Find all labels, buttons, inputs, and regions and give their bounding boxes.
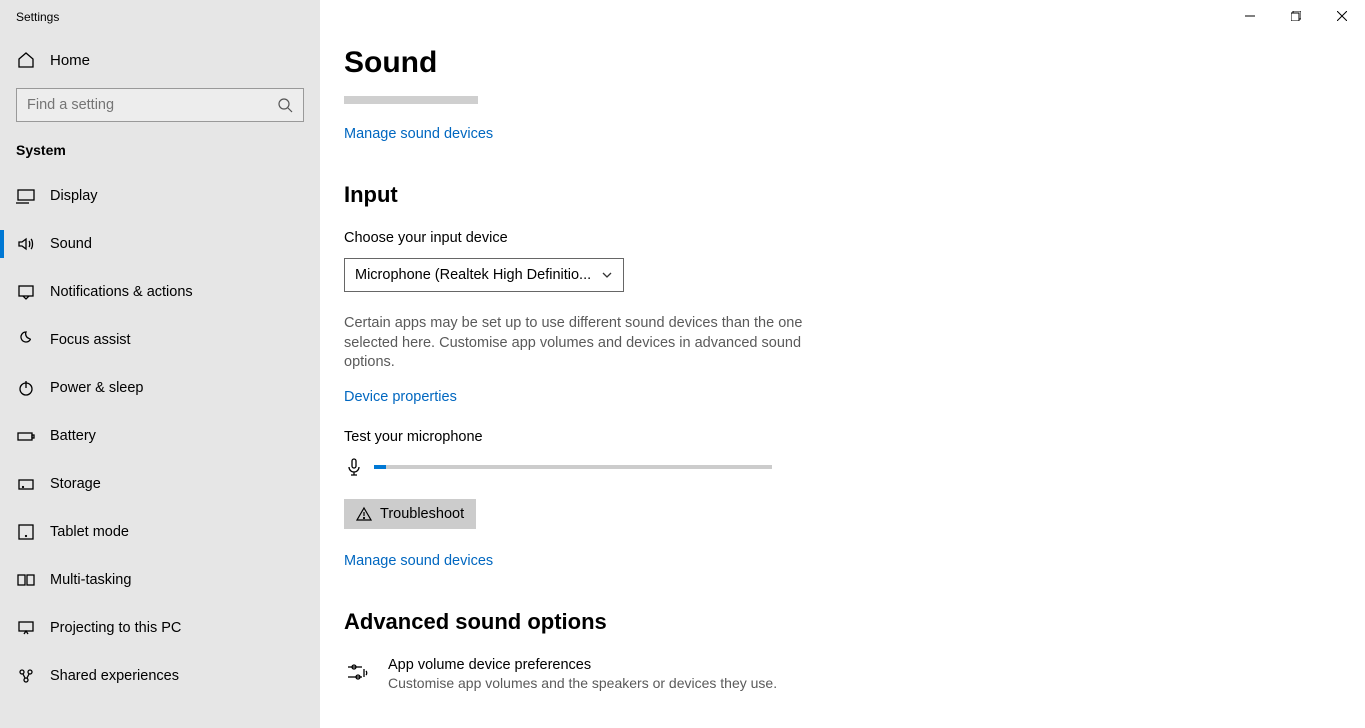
sidebar-item-storage[interactable]: Storage <box>0 460 320 508</box>
sidebar-item-label: Focus assist <box>50 332 131 348</box>
sound-icon <box>16 234 36 254</box>
microphone-icon <box>344 457 364 477</box>
sidebar-item-battery[interactable]: Battery <box>0 412 320 460</box>
sidebar-category-label: System <box>0 132 320 172</box>
truncated-button-remnant <box>344 96 478 104</box>
maximize-button[interactable] <box>1273 0 1319 32</box>
search-input[interactable] <box>27 97 277 113</box>
sidebar-item-label: Battery <box>50 428 96 444</box>
nav-home-label: Home <box>50 52 90 69</box>
storage-icon <box>16 474 36 494</box>
sidebar-item-multitasking[interactable]: Multi-tasking <box>0 556 320 604</box>
sidebar-item-tablet-mode[interactable]: Tablet mode <box>0 508 320 556</box>
advanced-heading: Advanced sound options <box>344 609 1104 635</box>
troubleshoot-label: Troubleshoot <box>380 506 464 522</box>
nav-home[interactable]: Home <box>0 38 320 82</box>
input-heading: Input <box>344 182 1104 208</box>
window-controls <box>1227 0 1365 32</box>
mic-level-bar <box>374 465 772 469</box>
mic-test-row <box>344 457 1104 477</box>
sidebar-item-focus-assist[interactable]: Focus assist <box>0 316 320 364</box>
device-properties-link[interactable]: Device properties <box>344 389 1104 405</box>
projecting-icon <box>16 618 36 638</box>
sidebar-item-display[interactable]: Display <box>0 172 320 220</box>
close-button[interactable] <box>1319 0 1365 32</box>
app-volume-preferences[interactable]: App volume device preferences Customise … <box>344 657 1104 691</box>
troubleshoot-button[interactable]: Troubleshoot <box>344 499 476 529</box>
sidebar-item-notifications[interactable]: Notifications & actions <box>0 268 320 316</box>
input-device-value: Microphone (Realtek High Definitio... <box>355 267 591 283</box>
input-description: Certain apps may be set up to use differ… <box>344 314 814 373</box>
sidebar-item-label: Sound <box>50 236 92 252</box>
shared-experiences-icon <box>16 666 36 686</box>
focus-assist-icon <box>16 330 36 350</box>
input-device-dropdown[interactable]: Microphone (Realtek High Definitio... <box>344 258 624 292</box>
sidebar-item-label: Display <box>50 188 98 204</box>
sidebar-item-label: Shared experiences <box>50 668 179 684</box>
test-mic-label: Test your microphone <box>344 429 1104 445</box>
search-box[interactable] <box>16 88 304 122</box>
manage-sound-devices-link[interactable]: Manage sound devices <box>344 126 1104 142</box>
sidebar-item-projecting[interactable]: Projecting to this PC <box>0 604 320 652</box>
tablet-icon <box>16 522 36 542</box>
mic-level-fill <box>374 465 386 469</box>
page-title: Sound <box>344 46 437 80</box>
main-pane: Sound Manage sound devices Input Choose … <box>320 0 1365 728</box>
sidebar-item-label: Power & sleep <box>50 380 144 396</box>
warning-icon <box>356 506 372 522</box>
adv-item-title: App volume device preferences <box>388 657 777 673</box>
notifications-icon <box>16 282 36 302</box>
home-icon <box>16 50 36 70</box>
chevron-down-icon <box>601 269 613 281</box>
sidebar-item-label: Projecting to this PC <box>50 620 181 636</box>
battery-icon <box>16 426 36 446</box>
window-title: Settings <box>0 0 320 38</box>
sidebar-item-label: Storage <box>50 476 101 492</box>
sliders-icon <box>344 659 372 687</box>
sidebar: Settings Home System Display Sound Notif… <box>0 0 320 728</box>
content-area: Manage sound devices Input Choose your i… <box>344 96 1104 691</box>
choose-input-label: Choose your input device <box>344 230 1104 246</box>
multitasking-icon <box>16 570 36 590</box>
sidebar-item-sound[interactable]: Sound <box>0 220 320 268</box>
sidebar-item-label: Multi-tasking <box>50 572 131 588</box>
power-icon <box>16 378 36 398</box>
manage-sound-devices-link-2[interactable]: Manage sound devices <box>344 553 1104 569</box>
sidebar-item-shared-experiences[interactable]: Shared experiences <box>0 652 320 700</box>
search-icon <box>277 97 293 113</box>
adv-item-desc: Customise app volumes and the speakers o… <box>388 675 777 691</box>
minimize-button[interactable] <box>1227 0 1273 32</box>
sidebar-item-power-sleep[interactable]: Power & sleep <box>0 364 320 412</box>
display-icon <box>16 186 36 206</box>
sidebar-item-label: Tablet mode <box>50 524 129 540</box>
sidebar-item-label: Notifications & actions <box>50 284 193 300</box>
